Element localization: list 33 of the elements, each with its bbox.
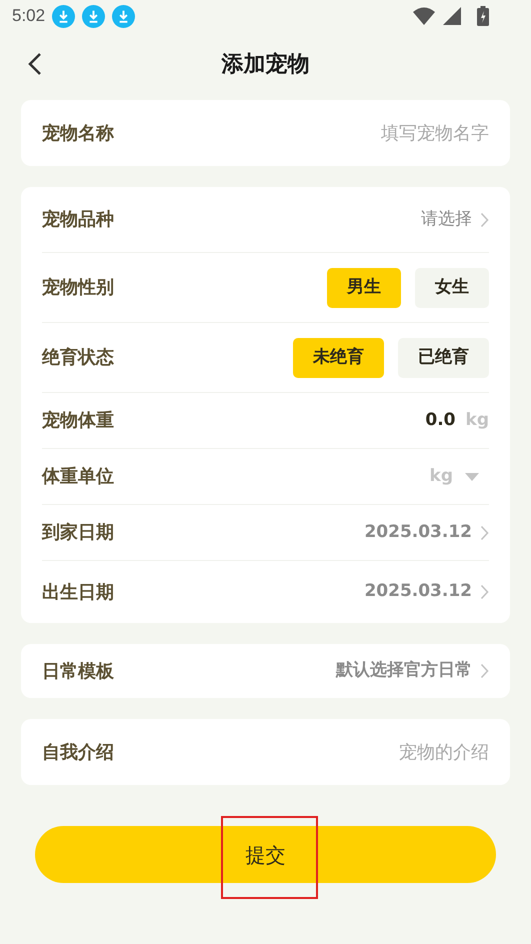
unit-label: kg (466, 408, 489, 432)
weight-value[interactable]: 0.0 (425, 408, 456, 434)
page-title: 添加宠物 (222, 50, 310, 78)
input-field[interactable]: 填写宠物名字 (289, 120, 489, 146)
wifi-icon (413, 7, 435, 25)
field-label: 宠物体重 (42, 409, 114, 433)
battery-icon (477, 6, 489, 26)
field-label: 宠物品种 (42, 208, 114, 232)
signal-icon (443, 7, 461, 25)
submit-button[interactable]: 提交 (35, 826, 496, 883)
download-icon (52, 4, 76, 28)
field-label: 宠物性别 (42, 276, 114, 300)
dropdown-triangle-icon (465, 472, 479, 480)
option-button[interactable]: 已绝育 (398, 338, 489, 378)
field-label: 自我介绍 (42, 740, 114, 764)
download-icon (112, 4, 136, 28)
field-label: 宠物名称 (42, 122, 114, 146)
option-button[interactable]: 未绝育 (293, 338, 384, 378)
back-icon[interactable] (28, 52, 42, 76)
option-button[interactable]: 男生 (327, 268, 401, 308)
field-label: 到家日期 (42, 521, 114, 545)
download-icon (82, 4, 106, 28)
input-field[interactable]: 宠物的介绍 (289, 738, 489, 766)
option-button[interactable]: 女生 (415, 268, 489, 308)
field-label: 出生日期 (42, 580, 114, 604)
chevron-right-icon (480, 663, 489, 679)
chevron-right-icon (480, 212, 489, 228)
status-time: 5:02 (12, 5, 46, 28)
chevron-right-icon (480, 524, 489, 540)
field-label: 体重单位 (42, 465, 114, 489)
field-label: 绝育状态 (42, 346, 114, 370)
chevron-right-icon (480, 584, 489, 600)
field-label: 日常模板 (42, 660, 114, 684)
